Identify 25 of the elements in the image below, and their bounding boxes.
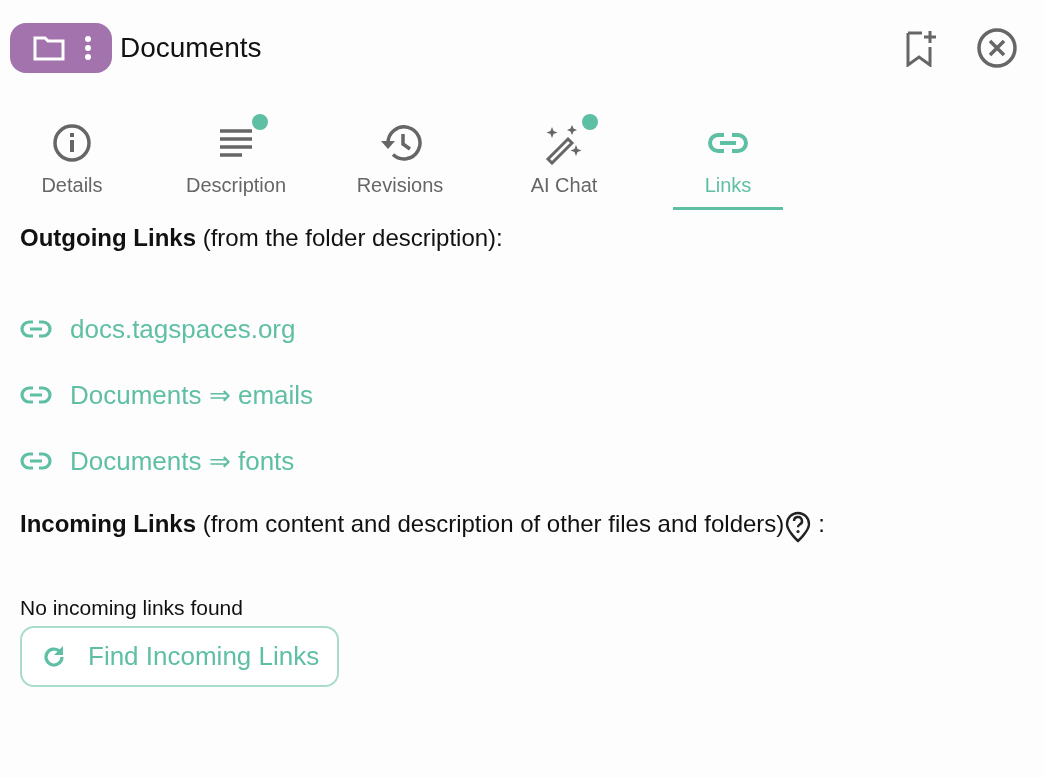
history-icon <box>378 123 422 163</box>
close-icon[interactable] <box>976 27 1018 69</box>
link-icon <box>20 386 52 404</box>
tab[interactable]: Details <box>17 108 127 210</box>
tab[interactable]: AI Chat <box>509 108 619 210</box>
find-incoming-links-button[interactable]: Find Incoming Links <box>20 626 340 687</box>
folder-menu-button[interactable] <box>10 23 112 73</box>
help-icon[interactable] <box>784 510 813 544</box>
incoming-links-heading: Incoming Links (from content and description of other files and folders) <box>20 510 785 538</box>
folder-icon <box>32 34 66 62</box>
outgoing-link[interactable]: Documents ⇒ fonts <box>70 445 295 477</box>
colon: : <box>818 510 825 538</box>
empty-message: No incoming links found <box>20 596 244 620</box>
tab[interactable]: Description <box>181 108 291 210</box>
tab[interactable]: Revisions <box>345 108 455 210</box>
bookmark-add-icon[interactable] <box>904 29 938 67</box>
link-icon <box>20 452 52 470</box>
more-icon <box>84 34 92 62</box>
outgoing-links-heading: Outgoing Links (from the folder description): <box>20 224 504 252</box>
folder-title: Documents <box>120 32 262 64</box>
info-icon <box>52 123 92 163</box>
tab[interactable]: Links <box>673 108 783 210</box>
outgoing-link[interactable]: docs.tagspaces.org <box>70 313 296 345</box>
outgoing-link[interactable]: Documents ⇒ emails <box>70 379 314 411</box>
link-icon <box>20 320 52 338</box>
